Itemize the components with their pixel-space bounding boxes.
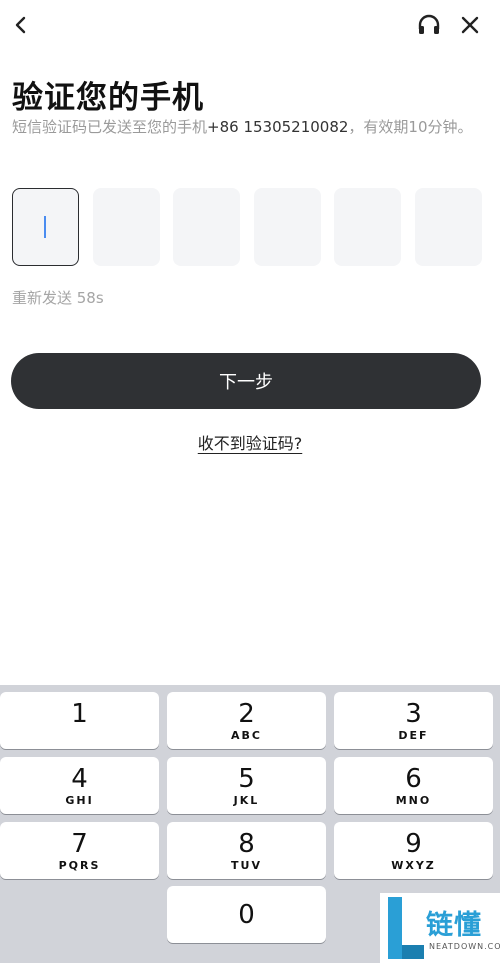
code-digit-6[interactable] <box>415 188 482 266</box>
subtitle-prefix: 短信验证码已发送至您的手机 <box>12 118 208 136</box>
resend-countdown: 重新发送 58s <box>12 289 104 307</box>
watermark-l-icon <box>388 897 424 959</box>
close-button[interactable] <box>455 10 485 40</box>
code-digit-3[interactable] <box>173 188 240 266</box>
key-number: 7 <box>71 828 88 859</box>
key-number: 6 <box>405 763 422 794</box>
key-letters: PQRS <box>58 858 101 872</box>
key-6[interactable]: 6 MNO <box>334 757 493 814</box>
key-number: 0 <box>238 899 255 930</box>
key-letters: MNO <box>395 793 432 807</box>
top-bar <box>0 0 500 52</box>
watermark-domain: NEATDOWN.COM <box>429 942 500 951</box>
key-8[interactable]: 8 TUV <box>167 822 326 879</box>
key-number: 1 <box>71 698 88 729</box>
customer-service-button[interactable] <box>414 10 444 40</box>
back-button[interactable] <box>6 10 36 40</box>
page-subtitle: 短信验证码已发送至您的手机+86 15305210082，有效期10分钟。 <box>12 116 482 138</box>
key-letters: TUV <box>231 858 262 872</box>
key-number: 4 <box>71 763 88 794</box>
subtitle-suffix: ，有效期10分钟。 <box>348 118 473 136</box>
key-letters: DEF <box>398 728 429 742</box>
key-number: 5 <box>238 763 255 794</box>
key-letters: ABC <box>231 728 262 742</box>
key-letters: JKL <box>233 793 260 807</box>
text-caret <box>44 216 46 238</box>
key-number: 8 <box>238 828 255 859</box>
key-letters: WXYZ <box>391 858 436 872</box>
key-5[interactable]: 5 JKL <box>167 757 326 814</box>
key-0[interactable]: 0 <box>167 886 326 943</box>
key-number: 9 <box>405 828 422 859</box>
watermark-logo: 链懂 NEATDOWN.COM <box>380 893 500 963</box>
watermark-text: 链懂 <box>426 910 482 941</box>
chevron-left-icon <box>15 16 26 34</box>
next-button[interactable]: 下一步 <box>11 353 481 409</box>
code-digit-2[interactable] <box>93 188 160 266</box>
key-2[interactable]: 2 ABC <box>167 692 326 749</box>
key-3[interactable]: 3 DEF <box>334 692 493 749</box>
code-digit-4[interactable] <box>254 188 321 266</box>
key-letters: GHI <box>65 793 94 807</box>
no-code-help-link[interactable]: 收不到验证码? <box>0 430 500 454</box>
page-title: 验证您的手机 <box>12 80 204 116</box>
key-4[interactable]: 4 GHI <box>0 757 159 814</box>
close-icon <box>461 16 479 34</box>
key-number: 2 <box>238 698 255 729</box>
verification-code-input[interactable] <box>12 188 488 266</box>
code-digit-5[interactable] <box>334 188 401 266</box>
phone-number: +86 15305210082 <box>207 118 349 136</box>
key-7[interactable]: 7 PQRS <box>0 822 159 879</box>
key-1[interactable]: 1 <box>0 692 159 749</box>
key-number: 3 <box>405 698 422 729</box>
key-9[interactable]: 9 WXYZ <box>334 822 493 879</box>
headset-icon <box>418 14 440 34</box>
